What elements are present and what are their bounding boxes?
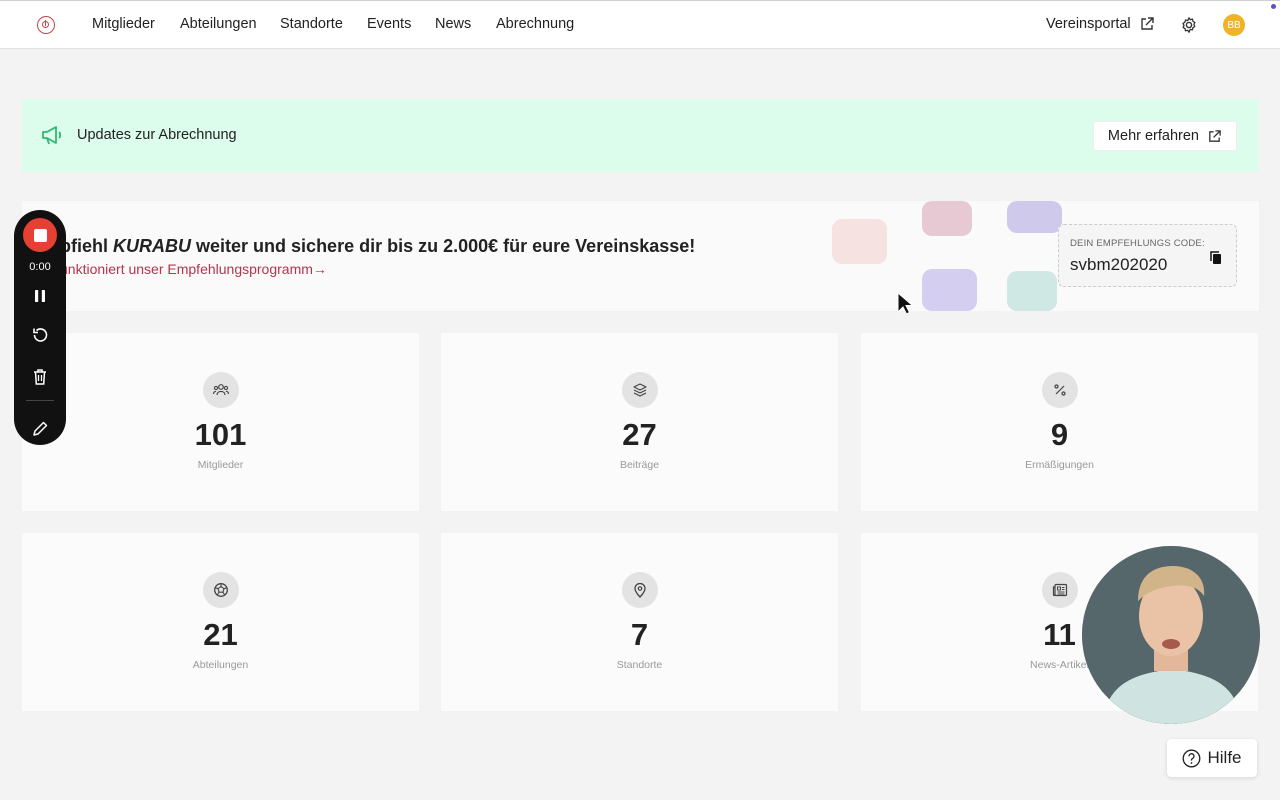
mehr-erfahren-button[interactable]: Mehr erfahren xyxy=(1092,121,1237,151)
updates-banner: Updates zur Abrechnung Mehr erfahren xyxy=(22,99,1259,172)
stat-value: 101 xyxy=(194,417,247,452)
decorative-image xyxy=(922,269,977,311)
stat-card-beitraege[interactable]: 27 Beiträge xyxy=(441,333,838,511)
people-icon xyxy=(202,372,239,408)
decorative-image xyxy=(832,219,887,264)
vereinsportal-link[interactable]: Vereinsportal xyxy=(1046,16,1155,32)
banner-text: Updates zur Abrechnung xyxy=(77,127,237,143)
stat-card-ermaessigungen[interactable]: 9 Ermäßigungen xyxy=(861,333,1258,511)
decorative-image xyxy=(922,201,972,236)
pause-icon[interactable] xyxy=(30,286,50,306)
question-icon xyxy=(1183,749,1201,767)
location-pin-icon xyxy=(621,572,658,608)
stat-card-standorte[interactable]: 7 Standorte xyxy=(441,533,838,711)
stat-value: 7 xyxy=(630,617,649,652)
copy-icon[interactable] xyxy=(1208,250,1224,266)
referral-banner: pfiehl KURABU weiter und sichere dir bis… xyxy=(22,201,1259,311)
pencil-icon[interactable] xyxy=(30,419,50,439)
stat-value: 21 xyxy=(203,617,238,652)
top-navigation: Mitglieder Abteilungen Standorte Events … xyxy=(0,0,1280,49)
ball-icon xyxy=(202,572,239,608)
webcam-video xyxy=(1082,546,1260,724)
stat-label: Standorte xyxy=(616,659,663,671)
stat-card-mitglieder[interactable]: 101 Mitglieder xyxy=(22,333,419,511)
stat-value: 9 xyxy=(1050,417,1069,452)
nav-item-standorte[interactable]: Standorte xyxy=(280,16,343,32)
club-logo-icon[interactable] xyxy=(37,16,55,34)
stop-recording-button[interactable] xyxy=(23,218,57,252)
decorative-image xyxy=(1007,201,1062,233)
stat-label: Abteilungen xyxy=(192,659,249,671)
referral-title-prefix: pfiehl xyxy=(60,236,108,256)
nav-item-abrechnung[interactable]: Abrechnung xyxy=(496,16,574,32)
referral-code-label: DEIN EMPFEHLUNGS CODE: xyxy=(1070,238,1205,249)
stat-label: Beiträge xyxy=(619,459,660,471)
referral-code-box: DEIN EMPFEHLUNGS CODE: svbm202020 xyxy=(1058,224,1237,287)
mouse-cursor-icon xyxy=(897,292,913,315)
referral-brand: KURABU xyxy=(113,236,192,256)
nav-item-mitglieder[interactable]: Mitglieder xyxy=(92,16,155,32)
referral-code-value[interactable]: svbm202020 xyxy=(1070,255,1167,275)
stat-label: Mitglieder xyxy=(197,459,244,471)
recorder-divider xyxy=(26,400,54,401)
stat-card-abteilungen[interactable]: 21 Abteilungen xyxy=(22,533,419,711)
trash-icon[interactable] xyxy=(30,367,50,387)
external-link-icon xyxy=(1140,17,1154,30)
newspaper-icon xyxy=(1041,572,1078,608)
settings-gear-icon[interactable] xyxy=(1180,16,1198,34)
notification-dot xyxy=(1271,4,1276,9)
referral-title-suffix: weiter und sichere dir bis zu 2.000€ für… xyxy=(196,236,696,256)
restart-icon[interactable] xyxy=(30,326,50,346)
screen-recorder-toolbar: 0:00 xyxy=(14,210,66,445)
help-button[interactable]: Hilfe xyxy=(1167,739,1257,777)
referral-title: pfiehl KURABU weiter und sichere dir bis… xyxy=(60,236,695,257)
mehr-erfahren-label: Mehr erfahren xyxy=(1107,128,1199,144)
nav-item-news[interactable]: News xyxy=(435,16,471,32)
decorative-image xyxy=(1007,271,1057,311)
user-avatar[interactable]: BB xyxy=(1223,14,1245,36)
stat-label: Ermäßigungen xyxy=(1025,459,1094,471)
nav-item-events[interactable]: Events xyxy=(367,16,411,32)
nav-item-abteilungen[interactable]: Abteilungen xyxy=(180,16,257,32)
external-link-icon xyxy=(1209,129,1221,142)
megaphone-icon xyxy=(42,126,62,145)
stat-value: 27 xyxy=(622,417,657,452)
recording-timer: 0:00 xyxy=(29,261,51,273)
layers-icon xyxy=(621,372,658,408)
stop-icon xyxy=(33,228,47,242)
percent-icon xyxy=(1041,372,1078,408)
referral-program-link[interactable]: unktioniert unser Empfehlungsprogramm→ xyxy=(60,261,327,277)
help-label: Hilfe xyxy=(1207,748,1242,767)
vereinsportal-label: Vereinsportal xyxy=(1046,16,1131,32)
